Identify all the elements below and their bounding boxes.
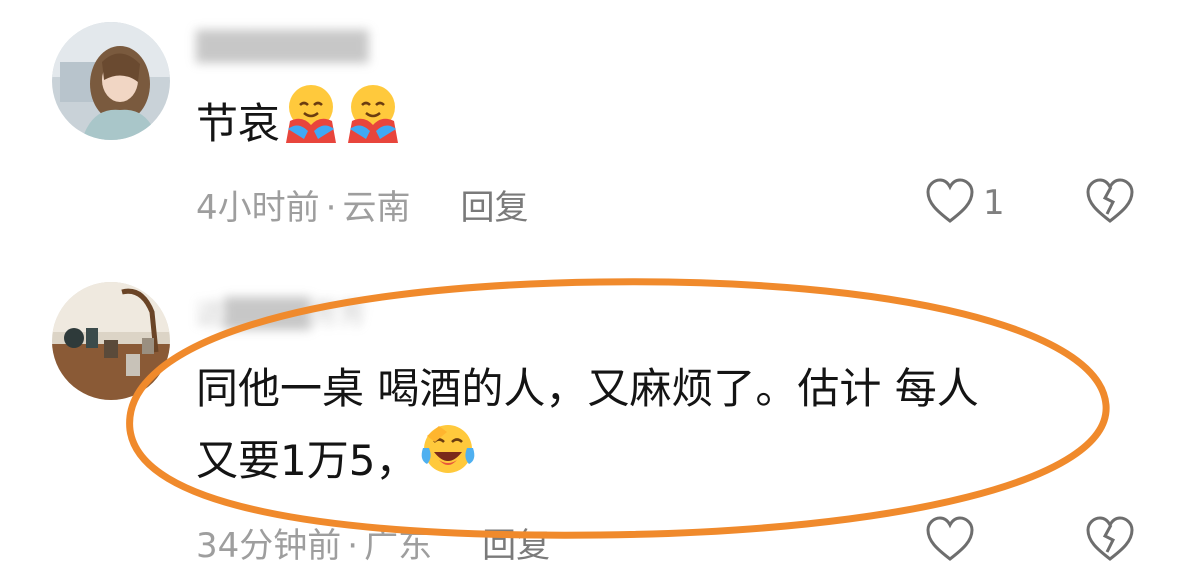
comment-meta: 34分钟前 · 广东 回复 — [196, 518, 550, 567]
dislike-button[interactable] — [1085, 516, 1135, 566]
like-count: 1 — [983, 183, 1005, 223]
heart-icon — [925, 178, 975, 228]
username[interactable]: 这████芳芳 — [196, 292, 366, 332]
tears-of-joy-icon — [417, 418, 479, 502]
comment-item: 这████芳芳 同他一桌 喝酒的人，又麻烦了。估计 每人 又要1万5， 34分钟… — [0, 270, 1199, 566]
comment-text: 同他一桌 喝酒的人，又麻烦了。估计 每人 又要1万5， — [196, 353, 1096, 497]
hugging-face-icon — [280, 81, 342, 165]
like-button[interactable] — [925, 516, 975, 566]
like-button[interactable]: 1 — [925, 178, 1005, 228]
comment-time: 4小时前 — [196, 188, 320, 228]
avatar[interactable] — [52, 22, 170, 140]
reply-button[interactable]: 回复 — [482, 526, 550, 566]
comment-time: 34分钟前 — [196, 526, 342, 566]
broken-heart-icon — [1085, 516, 1135, 566]
heart-icon — [925, 516, 975, 566]
avatar[interactable] — [52, 282, 170, 400]
comment-text-body: 节哀 — [196, 99, 281, 148]
comment-text-line: 又要1万5， — [196, 436, 418, 485]
username[interactable]: ████████ — [196, 30, 368, 63]
comment-item: ████████ 节哀 4小时前 · 云南 回复 1 — [0, 0, 1199, 270]
comment-text-line: 同他一桌 喝酒的人，又麻烦了。估计 每人 — [196, 364, 979, 413]
comment-meta: 4小时前 · 云南 回复 — [196, 180, 528, 229]
meta-separator: · — [325, 188, 337, 228]
broken-heart-icon — [1085, 178, 1135, 228]
reply-button[interactable]: 回复 — [460, 188, 528, 228]
comment-text: 节哀 — [196, 84, 1096, 160]
comment-location: 云南 — [342, 188, 411, 228]
comment-location: 广东 — [364, 526, 433, 566]
meta-separator: · — [347, 526, 359, 566]
hugging-face-icon — [342, 81, 404, 165]
dislike-button[interactable] — [1085, 178, 1135, 228]
